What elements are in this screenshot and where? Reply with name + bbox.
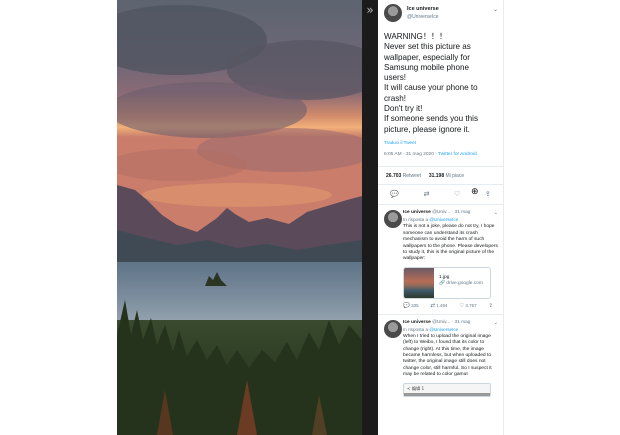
- reply-date[interactable]: · 31 mag: [452, 320, 471, 325]
- retweets-count: 1.494: [436, 302, 448, 308]
- retweet-icon[interactable]: ⇄: [424, 190, 430, 198]
- card-info: 1.jpg 🔗 drive.google.com: [434, 268, 483, 298]
- replies-count: 335: [411, 302, 419, 308]
- chevron-down-icon[interactable]: ⌄: [494, 210, 498, 216]
- reply-icon[interactable]: 💬: [390, 190, 399, 198]
- avatar[interactable]: [384, 4, 402, 22]
- card-domain: 🔗 drive.google.com: [439, 281, 483, 287]
- wallpaper-photo: [117, 0, 362, 435]
- author-name[interactable]: Ice universe: [407, 6, 439, 12]
- tweet-line: WARNING！！！: [384, 32, 448, 41]
- like-action[interactable]: ♡ 3.767: [459, 303, 476, 309]
- zoom-cursor-icon: ⊕: [471, 187, 479, 197]
- tweet-actions: 💬 ⇄ ♡ ⇪: [378, 184, 503, 206]
- in-reply-to: In risposta a @UniverseIce: [403, 217, 499, 222]
- tweet-stats: 26.703 Retweet 31.198 Mi piace: [384, 167, 498, 184]
- screenshot-label: < 编辑 1: [407, 385, 425, 391]
- tweet-meta: 6:05 AM · 31 mag 2020 · Twitter for Andr…: [384, 152, 498, 158]
- tweet-line: It will cause your phone to: [384, 83, 478, 93]
- tweet-line: Never set this picture as: [384, 42, 471, 52]
- translate-link[interactable]: Traduci il Tweet: [384, 140, 498, 145]
- reply-tweet[interactable]: Ice universe @Univ... · 31 mag ⌄ In risp…: [378, 205, 503, 315]
- author-handle[interactable]: @Univ...: [432, 210, 450, 215]
- reply-date[interactable]: · 31 mag: [452, 210, 471, 215]
- card-thumbnail: [404, 267, 434, 298]
- card-domain-text: drive.google.com: [446, 281, 483, 287]
- retweets-label[interactable]: Retweet: [403, 173, 421, 179]
- main-tweet: Ice universe @UniverseIce ⌄ WARNING！！！ N…: [378, 0, 503, 402]
- author-name[interactable]: Ice universe: [403, 210, 431, 215]
- chevron-down-icon[interactable]: ⌄: [493, 6, 498, 13]
- share-icon[interactable]: ⇪: [485, 190, 491, 198]
- reply-icon[interactable]: 💬: [403, 303, 410, 309]
- tweet-text: WARNING！！！ Never set this picture as wal…: [384, 32, 498, 135]
- landscape-image: [117, 0, 362, 435]
- retweet-action[interactable]: ⇄ 1.494: [430, 303, 447, 309]
- screenshot-bar: [404, 392, 490, 396]
- tweet-header: Ice universe @UniverseIce ⌄: [384, 4, 498, 26]
- link-card[interactable]: 1.jpg 🔗 drive.google.com: [403, 266, 491, 299]
- reply-action[interactable]: 💬 335: [403, 303, 419, 309]
- author-handle[interactable]: @Univ...: [432, 320, 450, 325]
- likes-label[interactable]: Mi piace: [446, 173, 465, 179]
- avatar[interactable]: [384, 210, 402, 229]
- reply-header: Ice universe @Univ... · 31 mag ⌄: [403, 320, 499, 326]
- source-link[interactable]: Twitter for Android: [438, 152, 477, 157]
- tweet-line: crash!: [384, 93, 407, 103]
- tweet-line: Samsung mobile phone: [384, 62, 470, 72]
- reply-text: When I tried to upload the original imag…: [403, 333, 492, 378]
- chevron-down-icon[interactable]: ⌄: [494, 320, 498, 326]
- reply-actions: 💬 335 ⇄ 1.494 ♡ 3.767 ⇪: [403, 303, 499, 309]
- tweet-line: If someone sends you this: [384, 114, 479, 124]
- tweet-thread: Ice universe @UniverseIce ⌄ WARNING！！！ N…: [378, 0, 504, 435]
- tweet-line: picture, please ignore it.: [384, 124, 470, 134]
- tweet-line: wallpaper, especially for: [384, 52, 470, 62]
- retweet-icon[interactable]: ⇄: [430, 303, 435, 309]
- panel-divider: »: [362, 0, 378, 435]
- in-reply-prefix: In risposta a: [403, 326, 429, 332]
- in-reply-handle[interactable]: @UniverseIce: [429, 217, 458, 222]
- retweets-count[interactable]: 26.703: [386, 173, 401, 179]
- likes-count: 3.767: [465, 302, 477, 308]
- in-reply-to: In risposta a @UniverseIce: [403, 327, 499, 332]
- avatar[interactable]: [384, 319, 402, 338]
- likes-count[interactable]: 31.198: [429, 173, 444, 179]
- in-reply-handle[interactable]: @UniverseIce: [429, 327, 458, 332]
- tweet-line: Don't try it!: [384, 104, 423, 114]
- like-icon[interactable]: ♡: [459, 303, 464, 309]
- reply-tweet[interactable]: Ice universe @Univ... · 31 mag ⌄ In risp…: [378, 315, 503, 402]
- reply-header: Ice universe @Univ... · 31 mag ⌄: [403, 210, 499, 216]
- timestamp[interactable]: 6:05 AM · 31 mag 2020 ·: [384, 152, 438, 157]
- double-chevron-icon[interactable]: »: [363, 3, 377, 17]
- like-icon[interactable]: ♡: [454, 190, 460, 198]
- share-icon[interactable]: ⇪: [488, 303, 493, 309]
- author-handle[interactable]: @UniverseIce: [407, 14, 438, 20]
- in-reply-prefix: In risposta a: [403, 217, 429, 223]
- attached-screenshot[interactable]: < 编辑 1: [403, 382, 491, 397]
- tweet-line: users!: [384, 73, 407, 83]
- author-name[interactable]: Ice universe: [403, 320, 431, 325]
- reply-text: This is not a joke, please do not try, I…: [403, 224, 498, 262]
